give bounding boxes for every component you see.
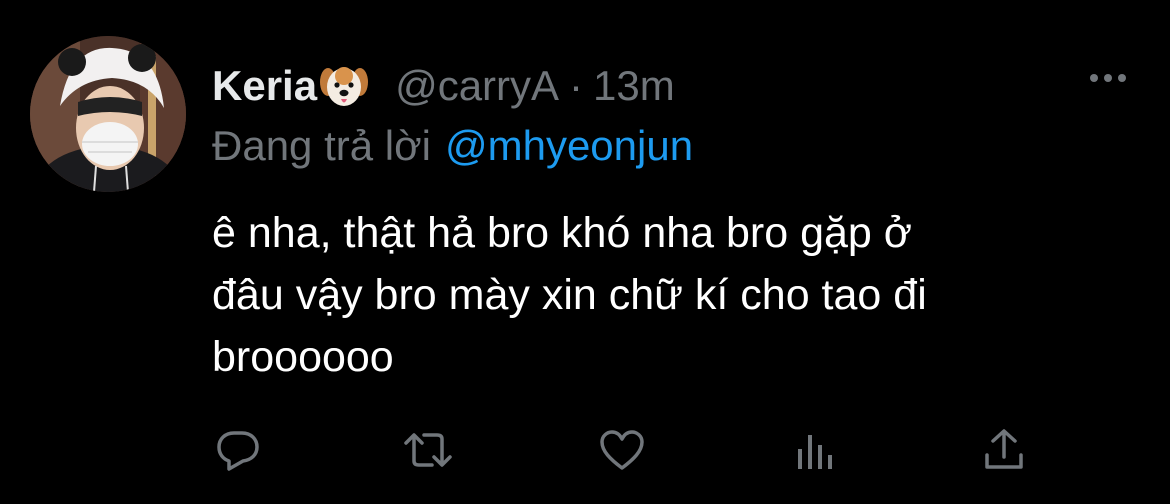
reply-icon xyxy=(217,431,259,471)
separator-dot: · xyxy=(569,62,584,109)
reply-button[interactable] xyxy=(212,424,264,476)
timestamp[interactable]: 13m xyxy=(593,62,675,110)
avatar[interactable] xyxy=(30,36,186,192)
tweet-text-line: đâu vậy bro mày xin chữ kí cho tao đi xyxy=(212,271,927,319)
analytics-icon xyxy=(798,435,832,469)
share-button[interactable] xyxy=(978,424,1030,476)
more-options-icon[interactable] xyxy=(1088,66,1128,90)
retweet-icon xyxy=(404,433,452,467)
dog-face-icon xyxy=(319,62,369,110)
share-icon xyxy=(985,429,1023,469)
tweet-text: ê nha, thật hả bro khó nha bro gặp ở đâu… xyxy=(212,202,1152,388)
tweet-actions xyxy=(0,424,1170,480)
retweet-button[interactable] xyxy=(402,424,454,476)
replying-to: Đang trả lời @mhyeonjun xyxy=(212,122,693,170)
tweet: Keria @carryA · 13m Đang trả lời @mhyeonj… xyxy=(0,0,1170,504)
tweet-header: Keria @carryA · 13m xyxy=(212,58,675,114)
avatar-photo xyxy=(30,36,186,192)
display-name[interactable]: Keria xyxy=(212,62,317,110)
replying-to-label: Đang trả lời xyxy=(212,122,431,169)
reply-mention-link[interactable]: @mhyeonjun xyxy=(445,122,693,169)
user-handle[interactable]: @carryA xyxy=(395,62,559,110)
tweet-text-line: broooooo xyxy=(212,333,394,381)
analytics-button[interactable] xyxy=(788,424,840,476)
like-icon xyxy=(600,430,644,470)
tweet-text-line: ê nha, thật hả bro khó nha bro gặp ở xyxy=(212,209,912,257)
like-button[interactable] xyxy=(596,424,648,476)
